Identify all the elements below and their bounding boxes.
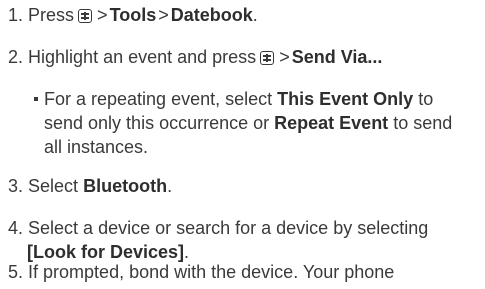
substep-line-2: send only this occurrence or Repeat Even… <box>44 113 452 134</box>
this-event-only-label: This Event Only <box>277 89 414 109</box>
tools-label: Tools <box>109 5 157 25</box>
substep-text: to send <box>393 113 453 133</box>
step-text: Highlight an event and press <box>28 47 257 67</box>
substep-text: to <box>418 89 434 109</box>
repeat-event-label: Repeat Event <box>274 113 389 133</box>
step-1: 1. Press > Tools > Datebook. <box>8 5 258 26</box>
separator: > <box>158 5 169 25</box>
step-text: Press <box>28 5 75 25</box>
separator: > <box>97 5 108 25</box>
send-via-label: Send Via... <box>291 47 383 67</box>
step-number: 5. <box>8 262 24 282</box>
substep-line-1: For a repeating event, select This Event… <box>34 89 433 110</box>
period: . <box>252 5 258 25</box>
step-5-line-1: 5. If prompted, bond with the device. Yo… <box>8 262 394 283</box>
step-text: If prompted, bond with the device. Your … <box>28 262 395 282</box>
step-number: 2. <box>8 47 24 67</box>
period: . <box>184 242 190 262</box>
separator: > <box>279 47 290 67</box>
step-4-line-2: [Look for Devices]. <box>27 242 189 263</box>
bullet-icon <box>34 97 38 101</box>
substep-text: For a repeating event, select <box>44 89 273 109</box>
step-number: 1. <box>8 5 24 25</box>
step-text: Select <box>28 176 79 196</box>
substep-line-3: all instances. <box>44 137 148 158</box>
step-4-line-1: 4. Select a device or search for a devic… <box>8 218 428 239</box>
step-number: 4. <box>8 218 24 238</box>
step-2: 2. Highlight an event and press > Send Via… <box>8 47 382 68</box>
menu-key-icon <box>260 51 275 65</box>
step-text: Select a device or search for a device b… <box>28 218 429 238</box>
period: . <box>167 176 173 196</box>
look-for-devices-label: [Look for Devices] <box>27 242 185 262</box>
step-number: 3. <box>8 176 24 196</box>
datebook-label: Datebook <box>170 5 253 25</box>
menu-key-icon <box>78 9 93 23</box>
substep-text: send only this occurrence or <box>44 113 270 133</box>
substep-text: all instances. <box>44 137 149 157</box>
bluetooth-label: Bluetooth <box>83 176 168 196</box>
step-3: 3. Select Bluetooth. <box>8 176 172 197</box>
